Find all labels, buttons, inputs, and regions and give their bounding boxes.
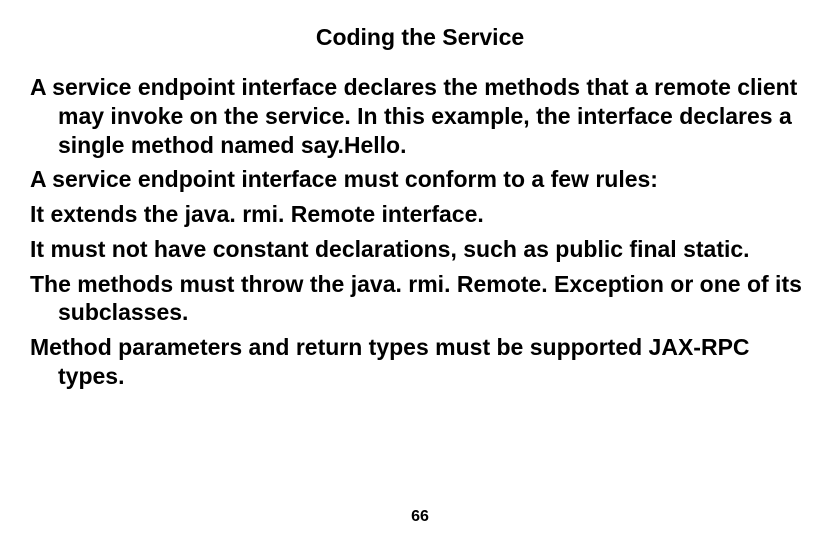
paragraph: A service endpoint interface must confor… (30, 165, 810, 194)
paragraph: It must not have constant declarations, … (30, 235, 810, 264)
paragraph: Method parameters and return types must … (30, 333, 810, 391)
slide-title: Coding the Service (30, 24, 810, 51)
paragraph: It extends the java. rmi. Remote interfa… (30, 200, 810, 229)
paragraph: The methods must throw the java. rmi. Re… (30, 270, 810, 328)
page-number: 66 (0, 508, 840, 526)
slide-body: A service endpoint interface declares th… (30, 73, 810, 391)
paragraph: A service endpoint interface declares th… (30, 73, 810, 159)
slide: Coding the Service A service endpoint in… (0, 0, 840, 540)
